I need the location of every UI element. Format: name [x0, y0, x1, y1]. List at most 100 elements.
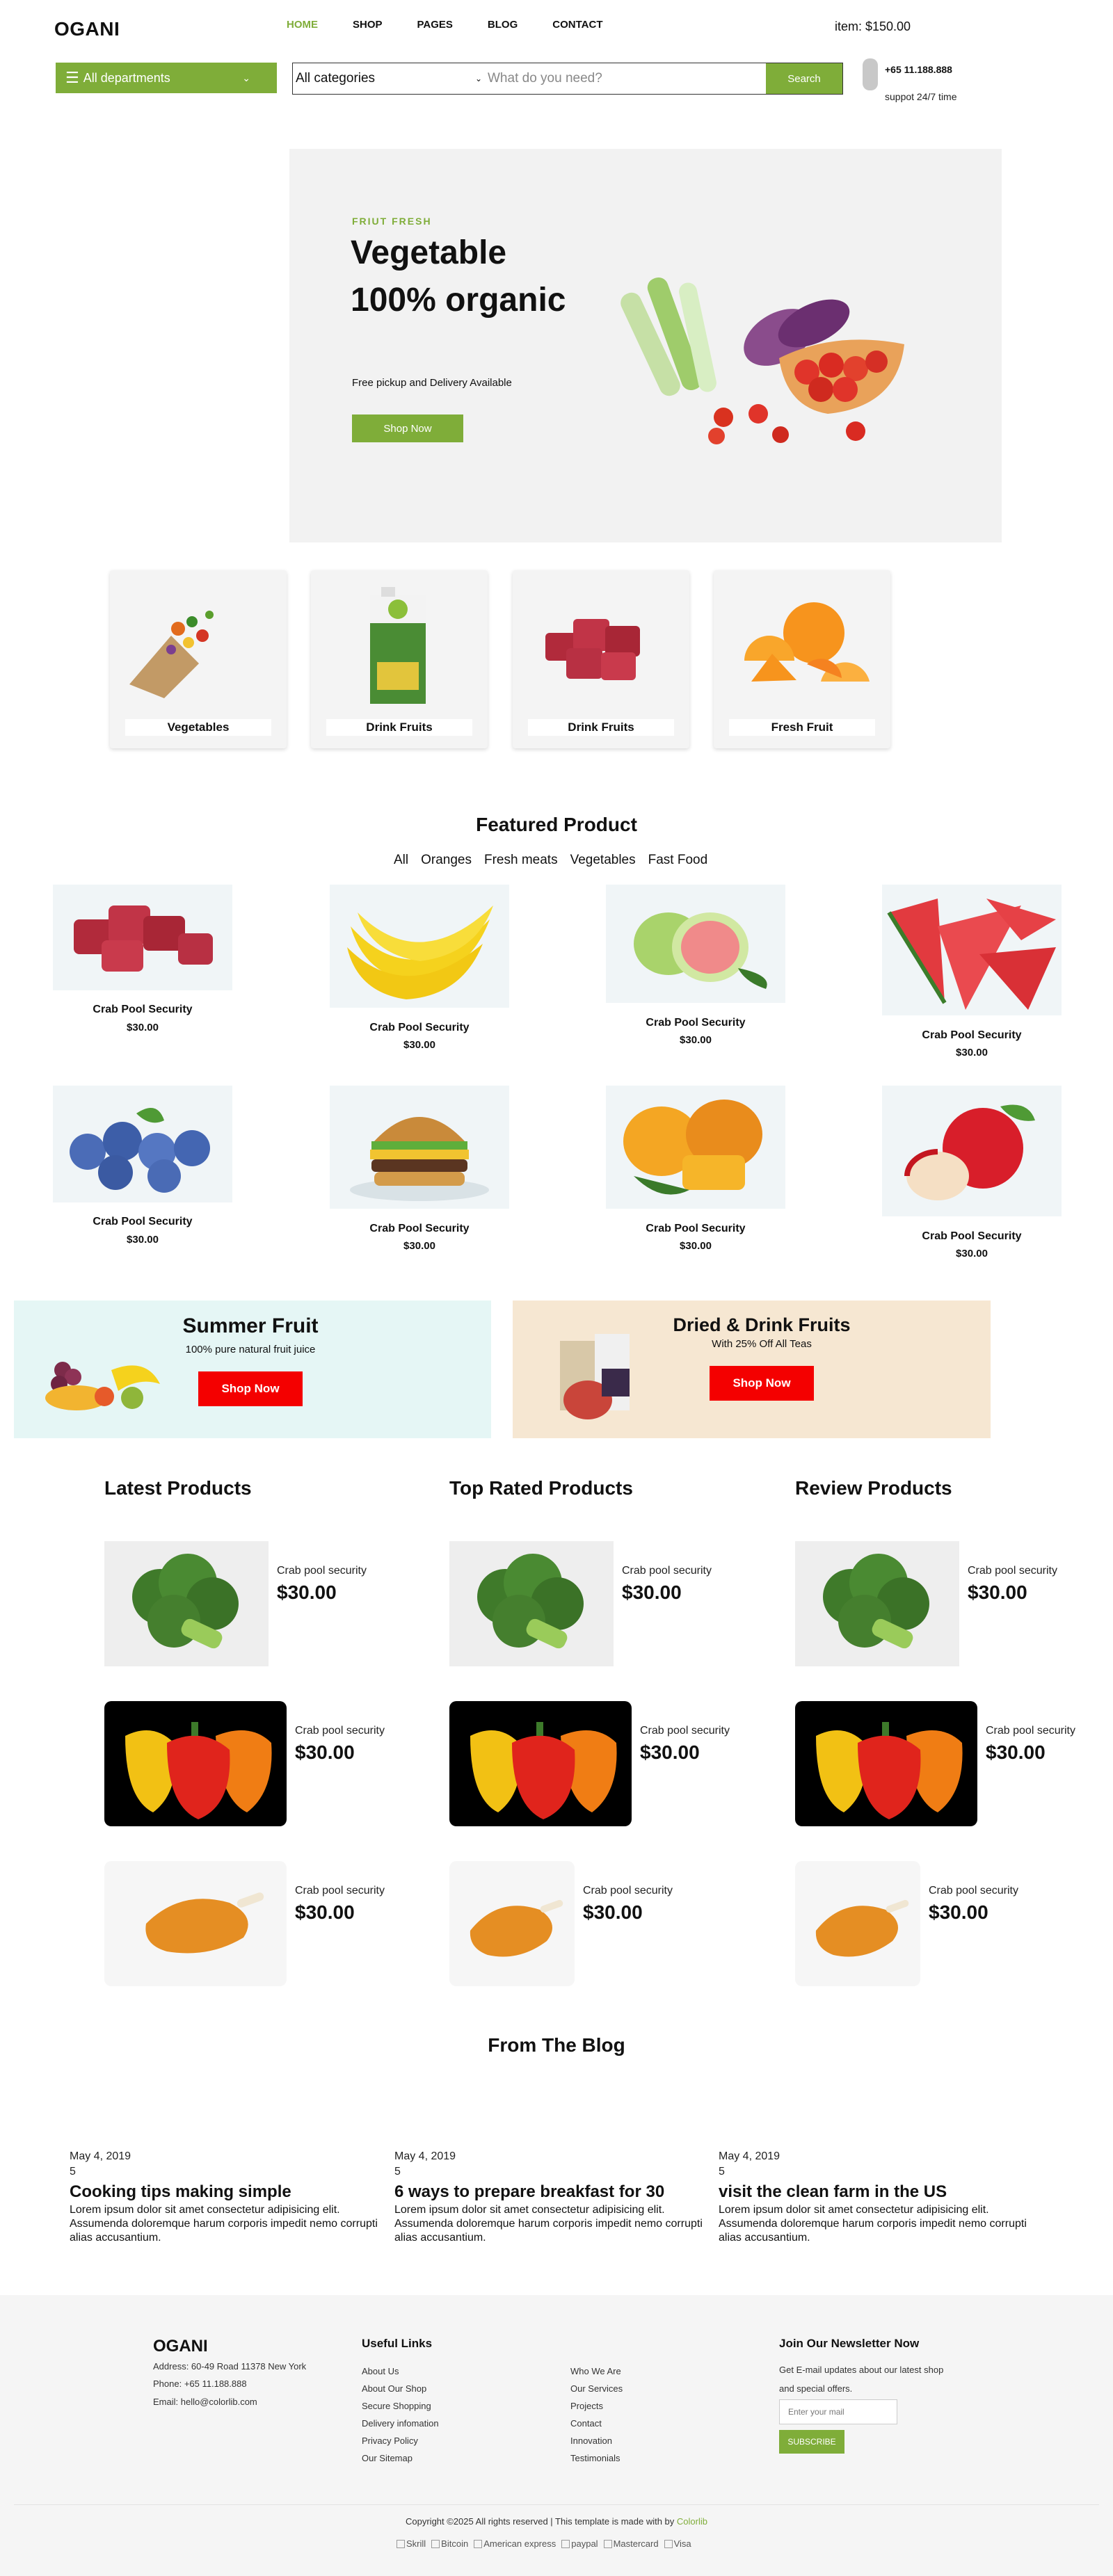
list-product-name[interactable]: Crab pool security — [986, 1725, 1075, 1737]
payment-skrill: Skrill — [397, 2538, 426, 2549]
nav-contact[interactable]: CONTACT — [552, 19, 602, 31]
footer-link[interactable]: Privacy Policy — [362, 2436, 418, 2446]
product-price: $30.00 — [680, 1240, 712, 1252]
cart-total[interactable]: item: $150.00 — [835, 19, 911, 34]
product-price: $30.00 — [127, 1022, 159, 1033]
broken-image-icon — [474, 2539, 483, 2548]
list-product-name[interactable]: Crab pool security — [968, 1565, 1057, 1577]
blog-date: May 4, 2019 — [394, 2150, 456, 2162]
newsletter-email-input[interactable]: Enter your mail — [779, 2399, 897, 2424]
footer-link[interactable]: Innovation — [570, 2436, 612, 2446]
footer-link[interactable]: About Us — [362, 2366, 399, 2376]
list-product-image-chicken[interactable] — [795, 1861, 920, 1990]
product-title[interactable]: Crab Pool Security — [606, 1223, 785, 1235]
broken-image-icon — [603, 2539, 612, 2548]
list-product-name[interactable]: Crab pool security — [277, 1565, 367, 1577]
list-product-name[interactable]: Crab pool security — [640, 1725, 730, 1737]
list-product-image-broccoli[interactable] — [449, 1541, 614, 1670]
banner-title: Summer Fruit — [182, 1314, 319, 1337]
list-product-image-broccoli[interactable] — [104, 1541, 269, 1670]
footer-link[interactable]: Projects — [570, 2401, 603, 2411]
blog-post-excerpt: Lorem ipsum dolor sit amet consectetur a… — [70, 2204, 378, 2244]
footer-link[interactable]: Delivery infomation — [362, 2418, 439, 2429]
list-product-image-chicken[interactable] — [104, 1861, 287, 1990]
product-title[interactable]: Crab Pool Security — [882, 1230, 1062, 1243]
product-title[interactable]: Crab Pool Security — [606, 1017, 785, 1029]
site-logo[interactable]: OGANI — [54, 18, 120, 40]
product-title[interactable]: Crab Pool Security — [53, 1004, 232, 1016]
all-departments-button[interactable]: ☰ All departments ⌄ — [56, 63, 277, 93]
product-image-blueberry[interactable] — [53, 1086, 232, 1202]
nav-blog[interactable]: BLOG — [488, 19, 518, 31]
broken-image-icon — [561, 2539, 570, 2548]
product-image-apple[interactable] — [882, 1086, 1062, 1216]
filter-fresh-meats[interactable]: Fresh meats — [484, 853, 558, 868]
product-image-burger[interactable] — [330, 1086, 509, 1209]
menu-icon: ☰ — [65, 69, 79, 86]
category-label: Drink Fruits — [326, 719, 472, 736]
nav-shop[interactable]: SHOP — [353, 19, 383, 31]
list-product-price: $30.00 — [640, 1741, 700, 1763]
nav-home[interactable]: HOME — [287, 19, 318, 31]
category-select[interactable]: All categories ⌄ — [293, 63, 485, 94]
search-input[interactable] — [485, 63, 766, 94]
filter-fast-food[interactable]: Fast Food — [648, 853, 708, 868]
list-product-image-peppers[interactable] — [104, 1701, 287, 1830]
subscribe-button[interactable]: SUBSCRIBE — [779, 2430, 844, 2454]
list-product-name[interactable]: Crab pool security — [295, 1885, 385, 1897]
featured-filters: All Oranges Fresh meats Vegetables Fast … — [394, 853, 720, 868]
list-product-name[interactable]: Crab pool security — [929, 1885, 1018, 1897]
product-price: $30.00 — [403, 1039, 435, 1051]
top-rated-products-title: Top Rated Products — [449, 1477, 633, 1499]
list-product-image-chicken[interactable] — [449, 1861, 575, 1990]
list-product-image-peppers[interactable] — [795, 1701, 977, 1830]
hero-shop-now-button[interactable]: Shop Now — [352, 414, 463, 442]
product-title[interactable]: Crab Pool Security — [53, 1216, 232, 1228]
product-title[interactable]: Crab Pool Security — [330, 1022, 509, 1034]
footer-link[interactable]: Secure Shopping — [362, 2401, 431, 2411]
footer-logo[interactable]: OGANI — [153, 2337, 208, 2356]
footer-link[interactable]: Our Sitemap — [362, 2453, 413, 2463]
product-image-meat[interactable] — [53, 885, 232, 990]
footer-link[interactable]: Our Services — [570, 2383, 623, 2394]
search-button[interactable]: Search — [766, 63, 842, 94]
footer-link[interactable]: Contact — [570, 2418, 602, 2429]
product-title[interactable]: Crab Pool Security — [882, 1029, 1062, 1042]
chevron-down-icon: ⌄ — [242, 72, 250, 83]
footer-link[interactable]: Testimonials — [570, 2453, 620, 2463]
list-product-image-broccoli[interactable] — [795, 1541, 959, 1670]
payment-visa: Visa — [664, 2538, 691, 2549]
list-product-name[interactable]: Crab pool security — [622, 1565, 712, 1577]
filter-vegetables[interactable]: Vegetables — [570, 853, 636, 868]
list-product-name[interactable]: Crab pool security — [295, 1725, 385, 1737]
list-product-price: $30.00 — [929, 1901, 988, 1923]
product-image-banana[interactable] — [330, 885, 509, 1008]
blog-comment-count: 5 — [70, 2166, 76, 2177]
colorlib-link[interactable]: Colorlib — [677, 2516, 707, 2527]
filter-all[interactable]: All — [394, 853, 408, 868]
product-image-guava[interactable] — [606, 885, 785, 1003]
banner-shop-now-button[interactable]: Shop Now — [198, 1371, 303, 1406]
footer-link[interactable]: About Our Shop — [362, 2383, 426, 2394]
list-product-name[interactable]: Crab pool security — [583, 1885, 673, 1897]
banner-subtitle: 100% pure natural fruit juice — [185, 1344, 316, 1355]
hero-vegetables-image — [620, 277, 904, 444]
banner-shop-now-button[interactable]: Shop Now — [710, 1366, 814, 1401]
product-image-mango[interactable] — [606, 1086, 785, 1209]
blog-post-title[interactable]: 6 ways to prepare breakfast for 30 — [394, 2182, 664, 2202]
list-product-price: $30.00 — [277, 1581, 337, 1603]
blog-post-title[interactable]: visit the clean farm in the US — [719, 2182, 947, 2202]
list-product-image-peppers[interactable] — [449, 1701, 632, 1830]
nav-pages[interactable]: PAGES — [417, 19, 453, 31]
review-products-title: Review Products — [795, 1477, 952, 1499]
footer-link[interactable]: Who We Are — [570, 2366, 621, 2376]
main-nav: HOME SHOP PAGES BLOG CONTACT — [287, 19, 637, 31]
product-image-watermelon[interactable] — [882, 885, 1062, 1015]
filter-oranges[interactable]: Oranges — [421, 853, 472, 868]
useful-links-title: Useful Links — [362, 2337, 433, 2350]
meat-image — [545, 619, 640, 680]
product-price: $30.00 — [956, 1248, 988, 1259]
product-title[interactable]: Crab Pool Security — [330, 1223, 509, 1235]
blog-post-title[interactable]: Cooking tips making simple — [70, 2182, 291, 2202]
product-price: $30.00 — [127, 1234, 159, 1246]
